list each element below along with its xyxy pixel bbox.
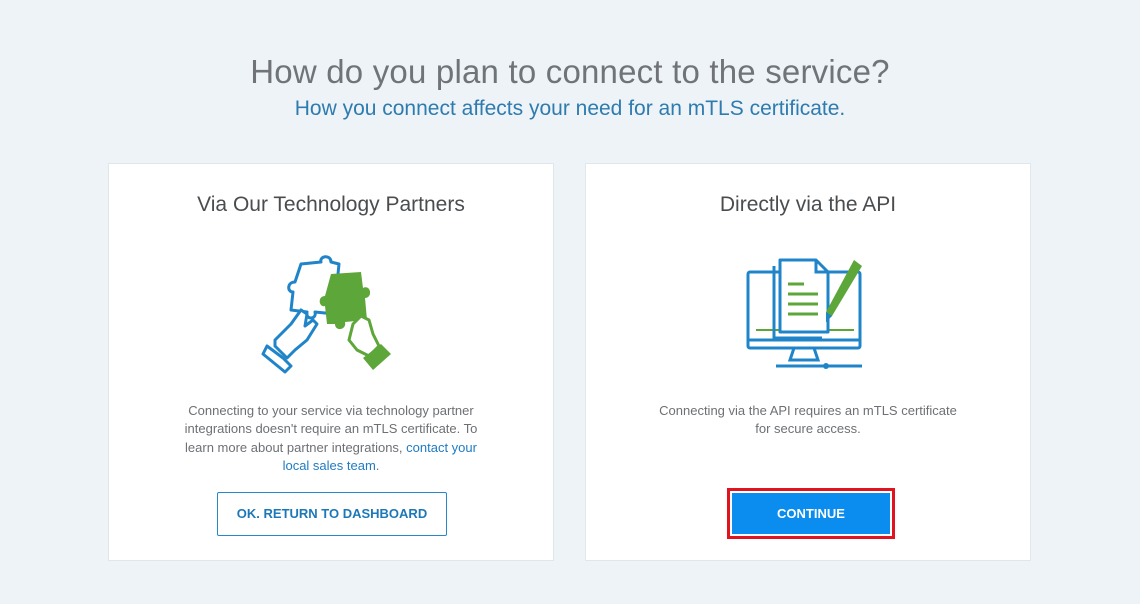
- page-title: How do you plan to connect to the servic…: [250, 53, 890, 90]
- return-to-dashboard-button[interactable]: OK. RETURN TO DASHBOARD: [217, 492, 447, 536]
- puzzle-hands-icon: [261, 254, 401, 374]
- api-description: Connecting via the API requires an mTLS …: [586, 402, 1030, 439]
- computer-document-pen-icon: [738, 254, 878, 374]
- page-subtitle: How you connect affects your need for an…: [294, 97, 846, 120]
- partners-description: Connecting to your service via technolog…: [109, 402, 553, 475]
- page-header: How do you plan to connect to the servic…: [0, 52, 1140, 126]
- card-title: Via Our Technology Partners: [197, 193, 465, 216]
- continue-button-highlight: CONTINUE: [727, 488, 895, 539]
- card-title: Directly via the API: [719, 193, 897, 216]
- technology-partners-card: Via Our Technology Partners Connecting t…: [108, 163, 554, 561]
- api-description-text: Connecting via the API requires an mTLS …: [659, 403, 957, 437]
- direct-api-card: Directly via the API Connecting via the …: [585, 163, 1031, 561]
- description-period: .: [375, 457, 380, 473]
- continue-button[interactable]: CONTINUE: [732, 493, 890, 534]
